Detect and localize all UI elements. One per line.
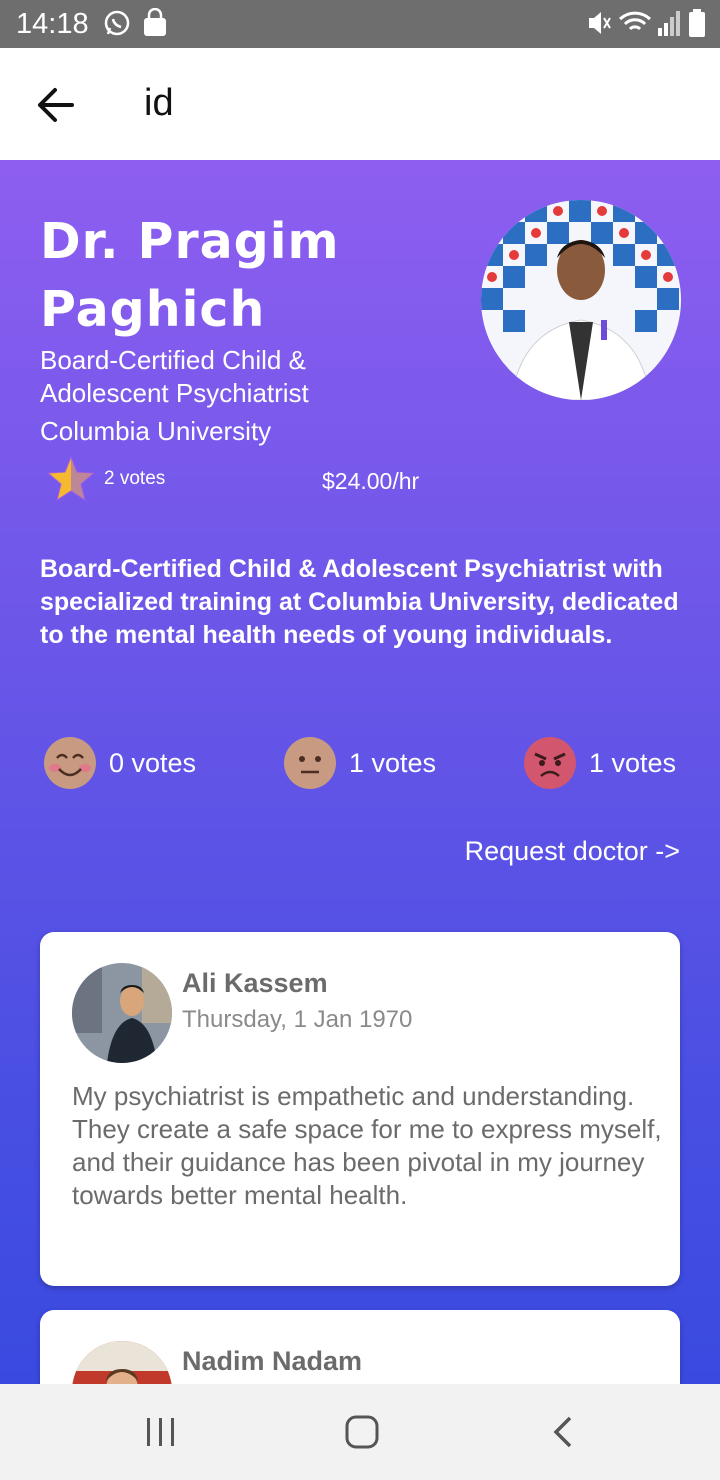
angry-face-icon xyxy=(524,737,576,789)
status-time: 14:18 xyxy=(16,8,89,40)
status-bar: 14:18 xyxy=(0,0,720,48)
system-nav-bar xyxy=(0,1384,720,1480)
reviewer-avatar xyxy=(72,963,172,1063)
battery-icon xyxy=(689,9,705,37)
doctor-bio: Board-Certified Child & Adolescent Psych… xyxy=(40,555,679,649)
reviewer-name: Nadim Nadam xyxy=(182,1346,363,1376)
doctor-profile-section: Dr. Pragim Paghich Board-Certified Child… xyxy=(0,160,720,1384)
whatsapp-icon xyxy=(104,10,130,36)
review-date: Thursday, 1 Jan 1970 xyxy=(182,1006,413,1033)
mood-neutral-votes: 1 votes xyxy=(349,748,437,778)
doctor-avatar xyxy=(481,200,681,400)
doctor-specialty: Board-Certified Child & Adolescent Psych… xyxy=(40,345,309,408)
happy-face-icon xyxy=(44,737,96,789)
mood-happy-votes: 0 votes xyxy=(109,748,197,778)
star-icon xyxy=(46,455,96,502)
review-card: Nadim Nadam xyxy=(40,1310,680,1384)
review-text: My psychiatrist is empathetic and unders… xyxy=(72,1081,662,1210)
back-button[interactable] xyxy=(28,80,84,130)
rating-votes: 2 votes xyxy=(104,468,166,489)
doctor-university: Columbia University xyxy=(40,416,272,446)
arrow-left-icon xyxy=(38,88,74,122)
reviewer-avatar xyxy=(72,1341,172,1384)
mute-icon xyxy=(589,12,611,34)
reviewer-name: Ali Kassem xyxy=(182,968,328,998)
signal-icon xyxy=(658,11,680,36)
home-icon[interactable] xyxy=(342,1412,382,1452)
bag-icon xyxy=(144,8,166,36)
page-title: id xyxy=(144,82,174,124)
hourly-price: $24.00/hr xyxy=(322,468,420,494)
doctor-name: Dr. Pragim Paghich xyxy=(40,213,340,338)
back-nav-icon[interactable] xyxy=(548,1412,578,1452)
app-bar: id xyxy=(0,48,720,160)
review-card: Ali Kassem Thursday, 1 Jan 1970 My psych… xyxy=(40,932,680,1286)
neutral-face-icon xyxy=(284,737,336,789)
request-doctor-link[interactable]: Request doctor -> xyxy=(465,836,680,867)
wifi-icon xyxy=(618,11,652,31)
recent-apps-icon[interactable] xyxy=(143,1412,179,1452)
mood-angry-votes: 1 votes xyxy=(589,748,677,778)
